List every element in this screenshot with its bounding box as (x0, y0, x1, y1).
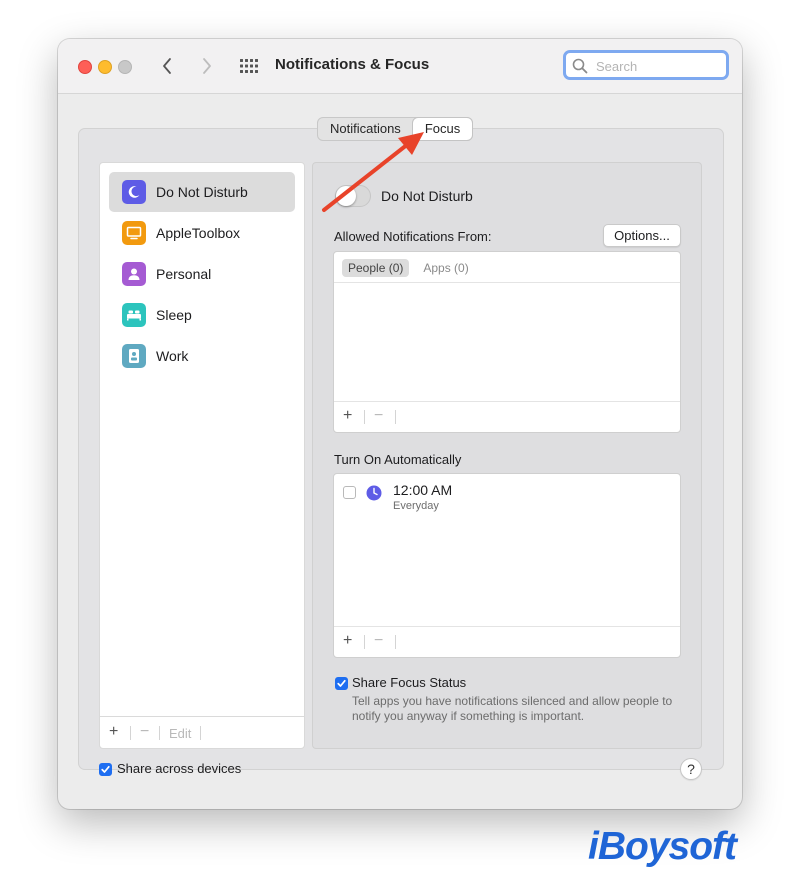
minimize-window-button[interactable] (98, 60, 112, 74)
annotation-arrow-icon (322, 132, 424, 212)
focus-item-label: AppleToolbox (156, 225, 241, 241)
share-across-devices-checkbox[interactable] (99, 763, 112, 776)
bed-icon (122, 303, 146, 327)
allowed-subtabs: People (0) Apps (0) (342, 259, 475, 277)
remove-schedule-button[interactable]: − (374, 632, 383, 650)
add-schedule-button[interactable]: + (343, 632, 352, 650)
monitor-icon (122, 221, 146, 245)
turn-on-automatically-label: Turn On Automatically (334, 452, 462, 467)
search-input[interactable] (594, 56, 724, 76)
focus-item-label: Do Not Disturb (156, 184, 248, 200)
share-across-devices-label: Share across devices (117, 761, 242, 776)
subtab-people[interactable]: People (0) (342, 259, 410, 277)
share-focus-status-label: Share Focus Status (352, 675, 467, 690)
focus-item-do-not-disturb[interactable]: Do Not Disturb (109, 172, 295, 212)
focus-item-personal[interactable]: Personal (109, 254, 295, 294)
add-focus-button[interactable]: + (109, 723, 118, 741)
divider (159, 726, 160, 740)
checkmark-icon (101, 765, 110, 773)
checkmark-icon (337, 679, 346, 687)
schedule-days: Everyday (393, 500, 439, 512)
focus-detail-pane: Do Not Disturb Allowed Notifications Fro… (312, 162, 702, 749)
focus-item-label: Work (156, 348, 189, 364)
show-all-button[interactable] (238, 56, 260, 76)
forward-button[interactable] (196, 54, 218, 78)
subtab-apps[interactable]: Apps (0) (417, 259, 474, 277)
focus-list-footer: + − Edit (100, 716, 304, 748)
divider (364, 410, 365, 424)
options-button[interactable]: Options... (603, 224, 681, 247)
zoom-window-button[interactable] (118, 60, 132, 74)
close-window-button[interactable] (78, 60, 92, 74)
titlebar: Notifications & Focus (58, 39, 742, 94)
focus-item-work[interactable]: Work (109, 336, 295, 376)
chevron-right-icon (203, 58, 211, 74)
focus-item-label: Personal (156, 266, 212, 282)
badge-icon (122, 344, 146, 368)
divider (130, 726, 131, 740)
focus-item-label: Sleep (156, 307, 192, 323)
edit-focus-button[interactable]: Edit (169, 726, 191, 741)
schedule-checkbox[interactable] (343, 486, 356, 499)
allowed-list-footer: + − (334, 401, 680, 432)
allowed-notifications-label: Allowed Notifications From: (334, 229, 492, 244)
divider (200, 726, 201, 740)
schedule-list-footer: + − (334, 626, 680, 657)
divider (395, 635, 396, 649)
share-focus-status-description: Tell apps you have notifications silence… (352, 694, 673, 723)
focus-list: Do Not Disturb AppleToolbox Personal Sle… (99, 162, 305, 749)
window-title: Notifications & Focus (275, 56, 430, 73)
grid-icon (240, 59, 258, 73)
search-icon (572, 58, 588, 74)
remove-allowed-button[interactable]: − (374, 407, 383, 425)
share-focus-status-checkbox[interactable] (335, 677, 348, 690)
search-field[interactable] (563, 50, 729, 80)
divider (364, 635, 365, 649)
schedule-list: 12:00 AM Everyday + − (333, 473, 681, 658)
help-button[interactable]: ? (680, 758, 702, 780)
divider (334, 282, 680, 283)
divider (395, 410, 396, 424)
focus-item-sleep[interactable]: Sleep (109, 295, 295, 335)
person-icon (122, 262, 146, 286)
moon-icon (122, 180, 146, 204)
add-allowed-button[interactable]: + (343, 407, 352, 425)
remove-focus-button[interactable]: − (140, 723, 149, 741)
focus-item-appletoolbox[interactable]: AppleToolbox (109, 213, 295, 253)
clock-icon (366, 485, 382, 501)
chevron-left-icon (163, 58, 171, 74)
schedule-time: 12:00 AM (393, 482, 453, 498)
allowed-list: People (0) Apps (0) + − (333, 251, 681, 433)
back-button[interactable] (156, 54, 178, 78)
schedule-row[interactable]: 12:00 AM Everyday (342, 482, 672, 518)
brand-watermark: iBoysoft (588, 825, 737, 868)
